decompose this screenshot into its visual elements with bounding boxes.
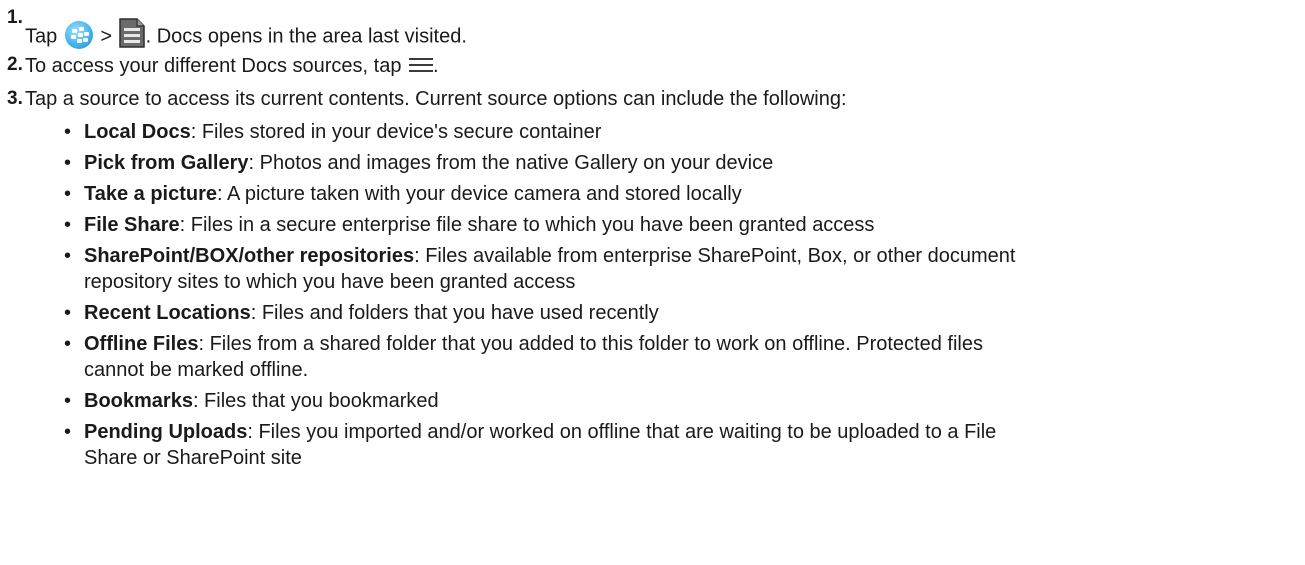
- source-description-continued: cannot be marked offline.: [84, 359, 309, 381]
- source-description: : Files and folders that you have used r…: [250, 302, 659, 324]
- step-text-before: To access your different Docs sources, t…: [25, 55, 402, 77]
- list-item-bookmarks: • Bookmarks: Files that you bookmarked: [64, 388, 1299, 414]
- step-1-text: Tap > . Docs opens in the area last visi…: [25, 18, 467, 52]
- source-name: Offline Files: [84, 333, 199, 355]
- source-name: Pick from Gallery: [84, 152, 249, 174]
- source-name: File Share: [84, 214, 180, 236]
- source-description: : Files you imported and/or worked on of…: [247, 421, 997, 443]
- bullet: •: [64, 214, 72, 236]
- source-description: : Files available from enterprise ShareP…: [414, 245, 1016, 267]
- list-item-take-a-picture: • Take a picture: A picture taken with y…: [64, 181, 1299, 207]
- bullet: •: [64, 152, 72, 174]
- bullet: •: [64, 421, 72, 443]
- list-item-offline-files: • Offline Files: Files from a shared fol…: [64, 331, 1299, 383]
- step-number: 2.: [7, 54, 23, 75]
- bullet: •: [64, 183, 72, 205]
- source-description: : Files in a secure enterprise file shar…: [179, 214, 875, 236]
- source-name: Bookmarks: [84, 390, 193, 412]
- source-description-continued: Share or SharePoint site: [84, 447, 302, 469]
- list-item-recent-locations: • Recent Locations: Files and folders th…: [64, 300, 1299, 326]
- step-number: 3.: [7, 88, 23, 109]
- source-description: : Files that you bookmarked: [192, 390, 439, 412]
- step-separator: >: [100, 25, 113, 48]
- step-number: 1.: [7, 7, 23, 28]
- docs-icon: [118, 18, 145, 48]
- list-item-sharepoint-box: • SharePoint/BOX/other repositories: Fil…: [64, 243, 1299, 295]
- bullet: •: [64, 333, 72, 355]
- bullet: •: [64, 121, 72, 143]
- source-description: : Files from a shared folder that you ad…: [198, 333, 983, 355]
- source-name: SharePoint/BOX/other repositories: [84, 245, 415, 267]
- step-text-after: . Docs opens in the area last visited.: [145, 25, 467, 48]
- step-text-after: .: [433, 55, 439, 77]
- list-item-pending-uploads: • Pending Uploads: Files you imported an…: [64, 419, 1299, 471]
- blackberry-launcher-icon: [64, 21, 93, 49]
- source-name: Local Docs: [84, 121, 191, 143]
- list-item-pick-from-gallery: • Pick from Gallery: Photos and images f…: [64, 150, 1299, 176]
- step-2-text: To access your different Docs sources, t…: [25, 53, 439, 79]
- list-item-file-share: • File Share: Files in a secure enterpri…: [64, 212, 1299, 238]
- source-description-continued: repository sites to which you have been …: [84, 271, 576, 293]
- source-name: Recent Locations: [84, 302, 251, 324]
- bullet: •: [64, 390, 72, 412]
- list-item-local-docs: • Local Docs: Files stored in your devic…: [64, 119, 1299, 145]
- hamburger-menu-icon: [409, 57, 434, 73]
- source-description: : Files stored in your device's secure c…: [190, 121, 602, 143]
- bullet: •: [64, 302, 72, 324]
- step-3-text: Tap a source to access its current conte…: [25, 88, 847, 110]
- source-description: : Photos and images from the native Gall…: [248, 152, 774, 174]
- step-text-before: Tap: [25, 25, 58, 48]
- source-name: Take a picture: [84, 183, 218, 205]
- bullet: •: [64, 245, 72, 267]
- source-name: Pending Uploads: [84, 421, 248, 443]
- procedure-document: 1. Tap > . Docs opens in the area last v…: [0, 0, 1305, 565]
- source-description: : A picture taken with your device camer…: [217, 183, 742, 205]
